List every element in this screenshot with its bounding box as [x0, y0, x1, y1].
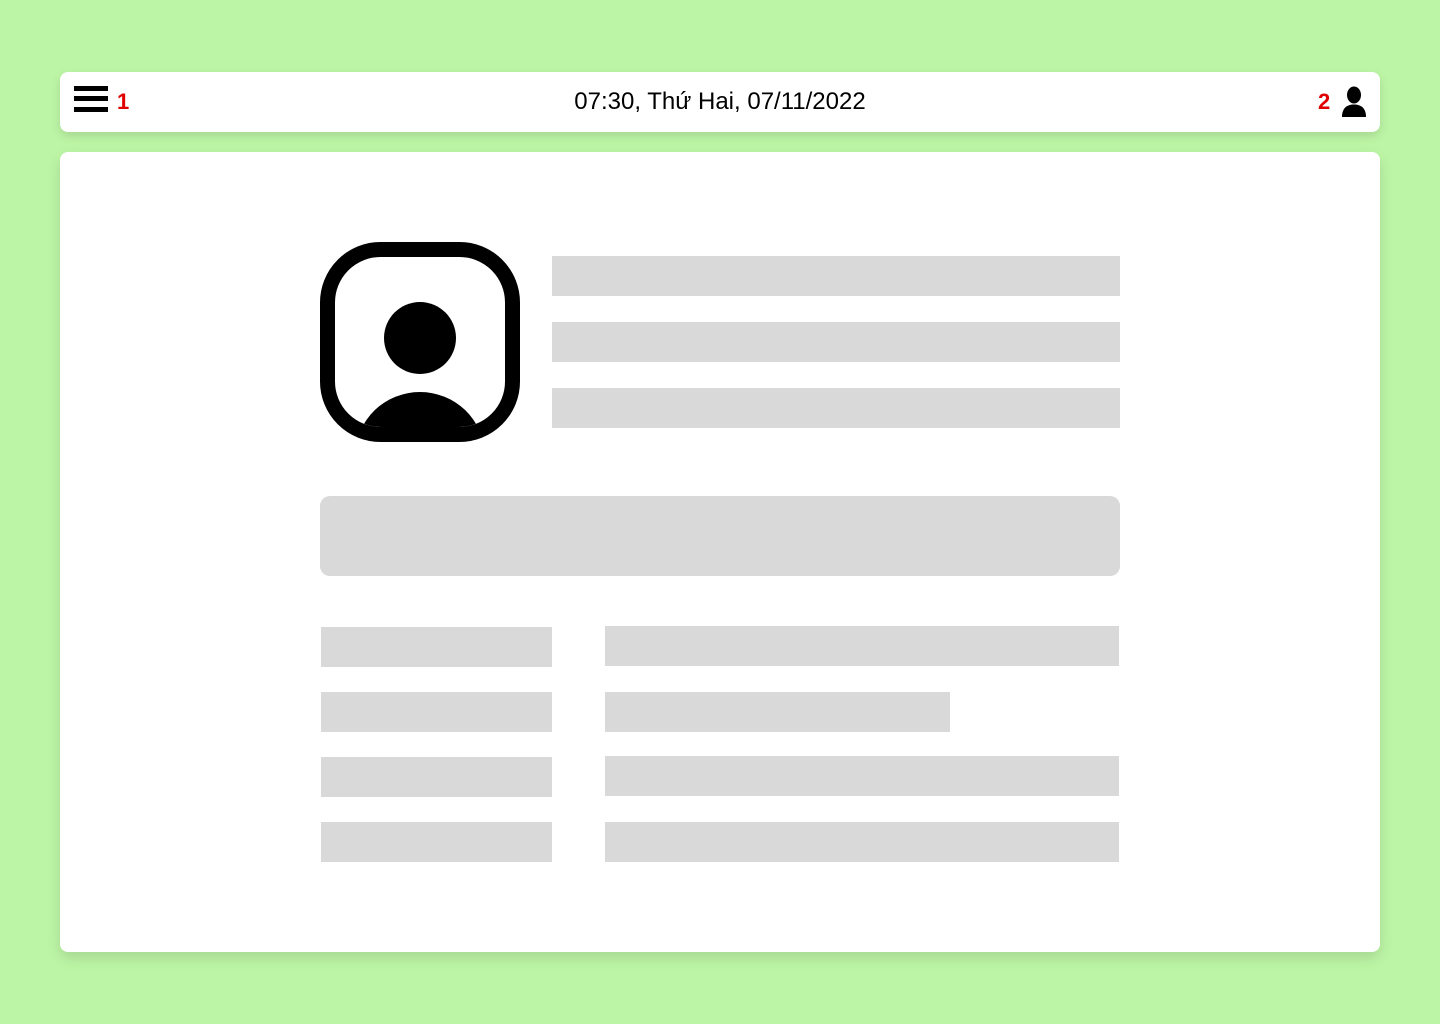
profile-card	[60, 152, 1380, 952]
user-silhouette-icon	[1342, 86, 1366, 117]
top-bar: 1 07:30, Thứ Hai, 07/11/2022 2	[60, 72, 1380, 132]
field-value-placeholder	[605, 626, 1119, 666]
field-value-placeholder	[605, 756, 1119, 796]
field-label-placeholder	[321, 757, 552, 797]
user-avatar-icon	[320, 242, 520, 442]
name-placeholder	[552, 256, 1120, 296]
user-icon[interactable]	[1340, 86, 1368, 118]
info-placeholder	[552, 388, 1120, 428]
field-label-placeholder	[321, 627, 552, 667]
datetime-display: 07:30, Thứ Hai, 07/11/2022	[574, 88, 866, 115]
field-label-placeholder	[321, 692, 552, 732]
banner-placeholder	[320, 496, 1120, 576]
field-label-placeholder	[321, 822, 552, 862]
field-value-placeholder	[605, 822, 1119, 862]
field-value-placeholder	[605, 692, 950, 732]
info-placeholder	[552, 322, 1120, 362]
user-marker-label: 2	[1318, 89, 1331, 114]
avatar	[320, 242, 520, 442]
